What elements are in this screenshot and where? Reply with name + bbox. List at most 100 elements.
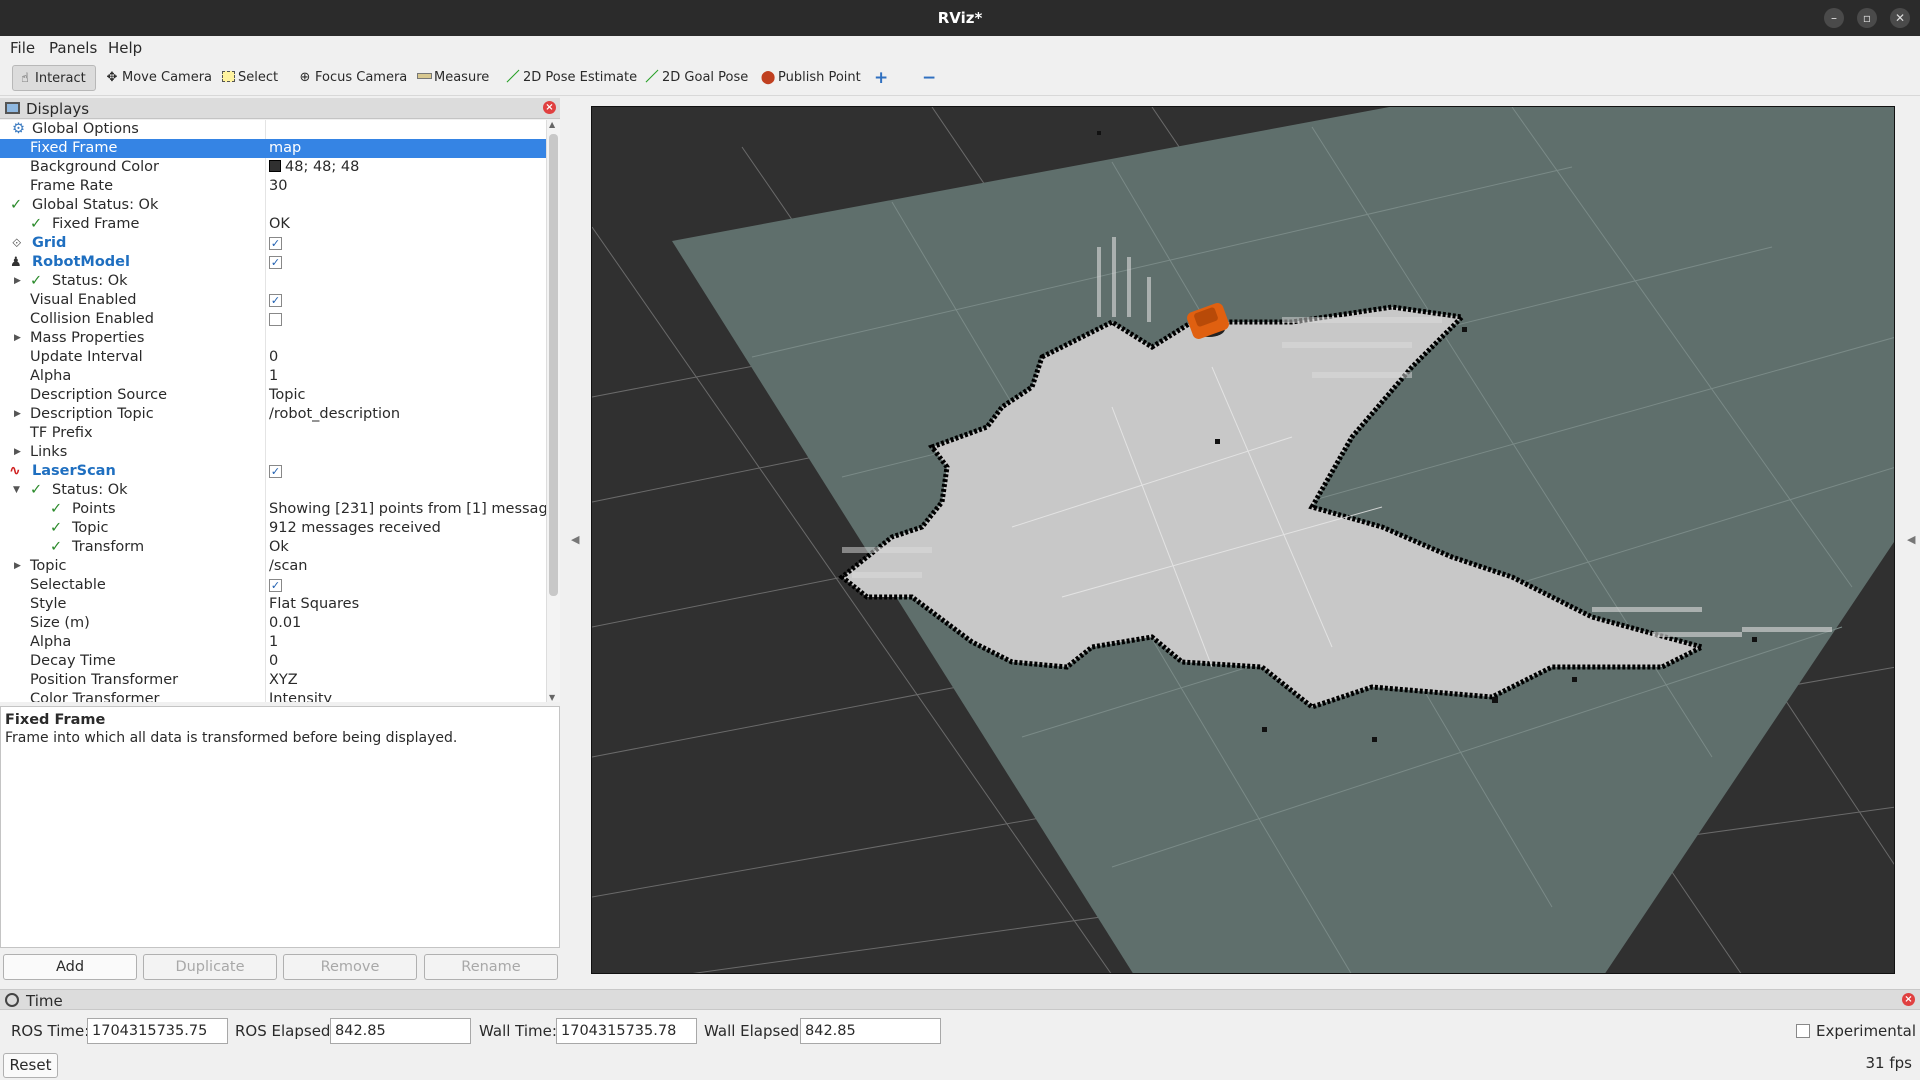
robot-model-checkbox[interactable]: ✓ (269, 256, 282, 269)
publish-point-tool-button[interactable]: ⬤ Publish Point (756, 65, 867, 91)
2d-goal-pose-tool-button[interactable]: ／ 2D Goal Pose (640, 65, 754, 91)
ros-elapsed-label: ROS Elapsed: (235, 1022, 336, 1040)
collision-enabled-checkbox[interactable] (269, 313, 282, 326)
maximize-icon[interactable]: ▫ (1857, 8, 1877, 28)
laser-scan-icon: ∿ (9, 463, 21, 479)
expand-arrow-icon[interactable]: ▶ (14, 405, 21, 424)
laser-scan-checkbox[interactable]: ✓ (269, 465, 282, 478)
menu-file[interactable]: File (10, 39, 35, 57)
tree-row-points[interactable]: ✓ Points Showing [231] points from [1] m… (0, 500, 547, 519)
scene-render (592, 107, 1894, 973)
fixed-frame-value[interactable]: map (269, 139, 301, 158)
tree-row-selectable[interactable]: Selectable ✓ (0, 576, 546, 595)
focus-camera-icon: ⊕ (299, 70, 311, 85)
green-arrow-icon: ／ (506, 70, 520, 85)
expand-arrow-icon[interactable]: ▶ (14, 329, 21, 348)
reset-button[interactable]: Reset (3, 1053, 58, 1078)
select-tool-button[interactable]: Select (216, 65, 284, 91)
expand-arrow-icon[interactable]: ▶ (14, 443, 21, 462)
ruler-icon (416, 65, 432, 91)
grid-checkbox[interactable]: ✓ (269, 237, 282, 250)
tree-row-alpha-scan[interactable]: Alpha 1 (0, 633, 546, 652)
tree-row-color-transformer[interactable]: Color Transformer Intensity (0, 690, 546, 702)
interact-tool-button[interactable]: ☝ Interact (12, 65, 96, 91)
collapse-left-icon[interactable]: ◀ (571, 533, 579, 546)
tree-row-laser-status[interactable]: ▼ ✓ Status: Ok (0, 481, 546, 500)
check-icon: ✓ (50, 539, 63, 555)
focus-camera-tool-button[interactable]: ⊕ Focus Camera (293, 65, 413, 91)
tree-row-robot-model[interactable]: ♟ RobotModel ✓ (0, 253, 546, 272)
cursor-icon: ☝ (21, 71, 29, 86)
tree-row-description-source[interactable]: Description Source Topic (0, 386, 546, 405)
tree-row-alpha[interactable]: Alpha 1 (0, 367, 546, 386)
check-icon: ✓ (50, 501, 63, 517)
ros-elapsed-field[interactable]: 842.85 (330, 1018, 471, 1044)
remove-button[interactable]: Remove (283, 954, 417, 980)
collapse-arrow-icon[interactable]: ▼ (13, 481, 20, 500)
tree-row-frame-rate[interactable]: Frame Rate 30 (0, 177, 546, 196)
visual-enabled-checkbox[interactable]: ✓ (269, 294, 282, 307)
tree-row-visual-enabled[interactable]: Visual Enabled ✓ (0, 291, 546, 310)
close-panel-icon[interactable]: × (543, 101, 556, 114)
3d-viewport[interactable] (591, 106, 1895, 974)
tree-row-topic-status[interactable]: ✓ Topic 912 messages received (0, 519, 546, 538)
2d-pose-estimate-tool-button[interactable]: ／ 2D Pose Estimate (501, 65, 643, 91)
scroll-thumb[interactable] (549, 134, 558, 596)
tree-row-fixed-frame-status[interactable]: ✓ Fixed Frame OK (0, 215, 546, 234)
ros-time-field[interactable]: 1704315735.75 (87, 1018, 228, 1044)
duplicate-button[interactable]: Duplicate (143, 954, 277, 980)
tree-row-global-status[interactable]: ✓ Global Status: Ok (0, 196, 546, 215)
move-camera-icon: ✥ (106, 70, 118, 85)
tree-row-global-options[interactable]: ⚙ Global Options (0, 120, 546, 139)
monitor-icon (5, 102, 20, 114)
selectable-checkbox[interactable]: ✓ (269, 579, 282, 592)
tree-row-links[interactable]: ▶ Links (0, 443, 546, 462)
tree-row-style[interactable]: Style Flat Squares (0, 595, 546, 614)
menu-help[interactable]: Help (108, 39, 142, 57)
select-icon (220, 65, 236, 91)
tree-row-fixed-frame[interactable]: Fixed Frame map (0, 139, 546, 158)
collapse-right-icon[interactable]: ◀ (1907, 533, 1915, 546)
expand-arrow-icon[interactable]: ▶ (14, 557, 21, 576)
tree-row-background-color[interactable]: Background Color 48; 48; 48 (0, 158, 546, 177)
scroll-down-icon[interactable]: ▼ (549, 693, 555, 702)
expand-arrow-icon[interactable]: ▶ (14, 272, 21, 291)
experimental-label: Experimental (1816, 1022, 1917, 1040)
tree-row-laser-scan[interactable]: ∿ LaserScan ✓ (0, 462, 546, 481)
robot-icon: ♟ (10, 255, 22, 270)
tree-row-decay-time[interactable]: Decay Time 0 (0, 652, 546, 671)
remove-tool-button[interactable]: − (918, 65, 942, 91)
tree-row-mass-properties[interactable]: ▶ Mass Properties (0, 329, 546, 348)
measure-tool-button[interactable]: Measure (412, 65, 495, 91)
wall-elapsed-field[interactable]: 842.85 (800, 1018, 941, 1044)
window-titlebar: RViz* – ▫ ✕ (0, 0, 1920, 36)
rename-button[interactable]: Rename (424, 954, 558, 980)
tree-row-collision-enabled[interactable]: Collision Enabled (0, 310, 546, 329)
fps-readout: 31 fps (1865, 1054, 1912, 1072)
toolbar: ☝ Interact ✥ Move Camera Select ⊕ Focus Cam… (0, 60, 1920, 96)
minimize-icon[interactable]: – (1824, 8, 1844, 28)
wall-time-field[interactable]: 1704315735.78 (556, 1018, 697, 1044)
grid-icon: ⟐ (12, 236, 22, 250)
tree-row-position-transformer[interactable]: Position Transformer XYZ (0, 671, 546, 690)
tree-row-grid[interactable]: ⟐ Grid ✓ (0, 234, 546, 253)
tree-row-description-topic[interactable]: ▶ Description Topic /robot_description (0, 405, 546, 424)
close-panel-icon[interactable]: × (1902, 993, 1915, 1006)
tree-scrollbar[interactable]: ▲ ▼ (546, 120, 560, 702)
tree-row-size[interactable]: Size (m) 0.01 (0, 614, 546, 633)
tree-row-robot-status[interactable]: ▶ ✓ Status: Ok (0, 272, 546, 291)
scroll-up-icon[interactable]: ▲ (549, 120, 555, 129)
tree-row-tf-prefix[interactable]: TF Prefix (0, 424, 546, 443)
time-panel-header: Time × (0, 989, 1920, 1010)
check-icon: ✓ (50, 520, 63, 536)
tree-row-topic[interactable]: ▶ Topic /scan (0, 557, 546, 576)
tree-row-update-interval[interactable]: Update Interval 0 (0, 348, 546, 367)
add-button[interactable]: Add (3, 954, 137, 980)
close-icon[interactable]: ✕ (1890, 8, 1910, 28)
add-tool-button[interactable]: + (870, 65, 894, 91)
experimental-checkbox[interactable] (1796, 1024, 1810, 1038)
move-camera-tool-button[interactable]: ✥ Move Camera (100, 65, 218, 91)
tree-row-transform[interactable]: ✓ Transform Ok (0, 538, 546, 557)
description-title: Fixed Frame (5, 712, 106, 728)
menu-panels[interactable]: Panels (49, 39, 97, 57)
